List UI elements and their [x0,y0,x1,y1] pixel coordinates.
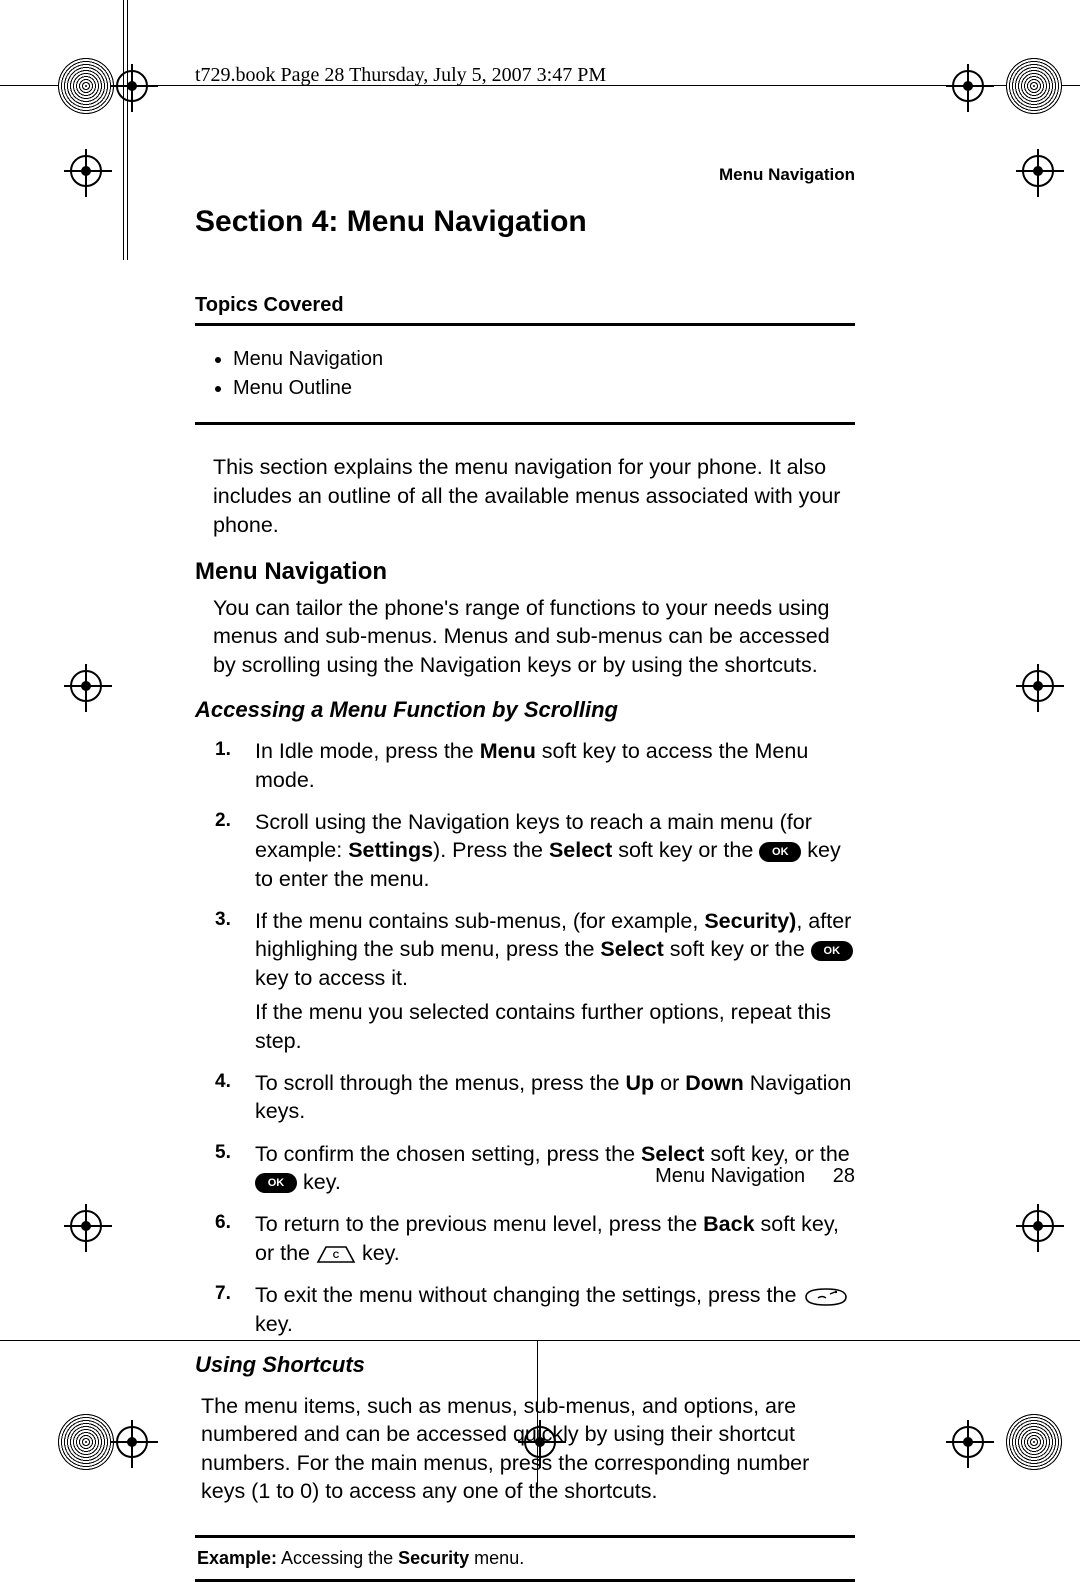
step-text: key. [255,1312,293,1336]
clear-key-icon: C [316,1244,356,1264]
step-item: 1. In Idle mode, press the Menu soft key… [255,737,855,794]
registration-mark-icon [1022,155,1054,187]
bold: Down [685,1071,744,1095]
print-header: t729.book Page 28 Thursday, July 5, 2007… [195,64,606,87]
print-medallion-icon [58,1414,114,1470]
step-text: soft key or the [612,838,759,862]
topic-item: Menu Outline [233,377,855,400]
step-text: To scroll through the menus, press the [255,1071,625,1095]
example-label: Example: [197,1548,277,1568]
registration-mark-icon [1022,1210,1054,1242]
registration-mark-icon [70,155,102,187]
step-text: In Idle mode, press the [255,739,480,763]
paragraph: You can tailor the phone's range of func… [213,594,855,679]
example-line: Example: Accessing the Security menu. [195,1538,855,1579]
example-text: menu. [469,1548,524,1568]
step-text: If the menu you selected contains furthe… [255,1000,831,1052]
step-text: To confirm the chosen setting, press the [255,1142,641,1166]
step-text: key. [362,1241,400,1265]
step-text: key. [303,1170,341,1194]
example-box: Example: Accessing the Security menu. [195,1535,855,1582]
step-item: 6. To return to the previous menu level,… [255,1210,855,1267]
bold: Security) [704,909,796,933]
step-item: 4. To scroll through the menus, press th… [255,1069,855,1126]
divider [195,422,855,425]
step-text: To return to the previous menu level, pr… [255,1212,703,1236]
registration-mark-icon [952,1426,984,1458]
page: t729.book Page 28 Thursday, July 5, 2007… [0,0,1080,1492]
heading-using-shortcuts: Using Shortcuts [195,1352,855,1378]
print-medallion-icon [58,58,114,114]
page-number: 28 [833,1165,855,1188]
footer-label: Menu Navigation [655,1165,805,1187]
step-text: soft key, or the [704,1142,849,1166]
registration-mark-icon [70,670,102,702]
step-item: 2. Scroll using the Navigation keys to r… [255,808,855,893]
crop-line [127,0,128,260]
bold: Select [549,838,612,862]
registration-mark-icon [116,70,148,102]
divider [195,323,855,326]
bold: Select [600,937,663,961]
registration-mark-icon [952,70,984,102]
step-text: or [654,1071,685,1095]
registration-mark-icon [70,1210,102,1242]
print-medallion-icon [1006,58,1062,114]
bold: Security [398,1548,469,1568]
bold: Select [641,1142,704,1166]
topic-item: Menu Navigation [233,348,855,371]
bold: Settings [348,838,433,862]
bold: Menu [480,739,536,763]
step-text: ). Press the [433,838,549,862]
example-text: Accessing the [277,1548,398,1568]
step-item: 7. To exit the menu without changing the… [255,1281,855,1338]
registration-mark-icon [1022,670,1054,702]
registration-mark-icon [116,1426,148,1458]
step-text: If the menu contains sub-menus, (for exa… [255,909,704,933]
topics-list: Menu Navigation Menu Outline [233,348,855,400]
running-head: Menu Navigation [719,165,855,185]
section-intro: This section explains the menu navigatio… [213,453,855,540]
heading-menu-navigation: Menu Navigation [195,558,855,586]
section-title: Section 4: Menu Navigation [195,205,855,239]
content-column: Menu Navigation Section 4: Menu Navigati… [195,165,855,1582]
crop-line [123,0,124,260]
bold: Back [703,1212,754,1236]
ok-key-icon: OK [811,941,853,961]
step-text: soft key or the [664,937,811,961]
ok-key-icon: OK [255,1173,297,1193]
print-medallion-icon [1006,1414,1062,1470]
step-item: 3. If the menu contains sub-menus, (for … [255,907,855,1055]
svg-text:C: C [333,1250,340,1260]
step-text: key to access it. [255,966,408,990]
ok-key-icon: OK [759,842,801,862]
steps-list: 1. In Idle mode, press the Menu soft key… [255,737,855,1338]
step-text: To exit the menu without changing the se… [255,1283,802,1307]
end-key-icon [802,1286,850,1308]
page-footer: Menu Navigation 28 [655,1165,855,1188]
bold: Up [625,1071,654,1095]
paragraph: The menu items, such as menus, sub-menus… [201,1392,855,1506]
heading-accessing-by-scrolling: Accessing a Menu Function by Scrolling [195,697,855,723]
topics-covered-label: Topics Covered [195,294,855,317]
